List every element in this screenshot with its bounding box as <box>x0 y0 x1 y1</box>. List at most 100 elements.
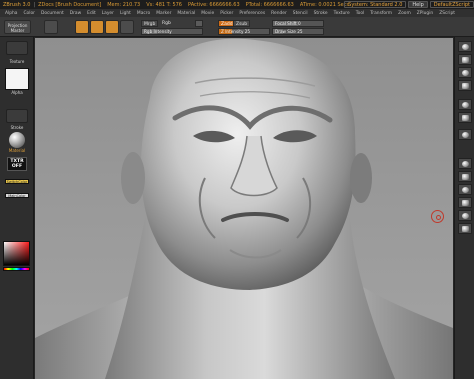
active-points-stat: PActive: 6666666.63 <box>188 1 240 8</box>
draw-size-slider[interactable]: Draw Size 25 <box>272 28 324 35</box>
help-button[interactable]: Help <box>408 1 428 8</box>
menu-alpha[interactable]: Alpha <box>5 11 17 16</box>
zsub-button[interactable]: Zsub <box>233 20 251 27</box>
menu-stencil[interactable]: Stencil <box>293 11 308 16</box>
menu-bar: Alpha Color Document Draw Edit Layer Lig… <box>0 9 474 17</box>
title-right-controls: System: Standard 2.0 Help DefaultZScript <box>342 0 474 9</box>
menu-light[interactable]: Light <box>120 11 131 16</box>
menu-marker[interactable]: Marker <box>156 11 171 16</box>
projection-master-button[interactable]: Projection Master <box>4 20 31 34</box>
material-sphere[interactable] <box>9 132 25 148</box>
rgb-intensity-label: Rgb Intensity <box>144 29 172 34</box>
txtr-off-button[interactable]: TXTR OFF <box>4 157 30 171</box>
total-points-stat: PTotal: 6666666.63 <box>245 1 294 8</box>
rotate-view-icon[interactable] <box>458 223 472 234</box>
bpr-icon[interactable] <box>458 41 472 52</box>
local-glyph-icon <box>462 161 469 167</box>
mrgb-button[interactable]: Mrgb <box>141 20 159 27</box>
menu-zscript[interactable]: ZScript <box>439 11 455 16</box>
txtr-off-label: TXTR OFF <box>7 157 27 171</box>
hue-slider[interactable] <box>3 267 30 271</box>
sculpt-right-ear <box>350 153 372 203</box>
stroke-slot[interactable]: Stroke <box>4 125 30 130</box>
z-intensity-slider[interactable]: Z Intensity 25 <box>218 28 270 35</box>
scale-view-glyph-icon <box>462 213 469 219</box>
menu-preferences[interactable]: Preferences <box>239 11 265 16</box>
sculpt-viewport <box>35 38 453 379</box>
stroke-thumbnail[interactable] <box>6 109 28 123</box>
focal-shift-label: Focal Shift 0 <box>275 21 301 26</box>
frame-icon[interactable] <box>458 184 472 195</box>
frame-glyph-icon <box>462 187 469 193</box>
draw-icon[interactable] <box>75 20 89 34</box>
menu-picker[interactable]: Picker <box>220 11 233 16</box>
focal-shift-slider[interactable]: Focal Shift 0 <box>272 20 324 27</box>
alpha-thumbnail[interactable] <box>5 68 29 90</box>
edit-icon[interactable] <box>44 20 58 34</box>
switch-color-swatch[interactable]: SwitchColor <box>5 179 29 184</box>
bpr-glyph-icon <box>462 44 469 50</box>
main-color-swatch[interactable]: MainColor <box>5 193 29 198</box>
alpha-slot[interactable]: Alpha <box>4 68 30 95</box>
material-label: Material <box>8 148 26 153</box>
xyz-icon[interactable] <box>458 171 472 182</box>
menu-material[interactable]: Material <box>177 11 195 16</box>
top-toolbar: Projection Master Mrgb Rgb Rgb Intensity… <box>0 17 474 37</box>
color-picker[interactable] <box>3 241 30 266</box>
menu-layer[interactable]: Layer <box>102 11 114 16</box>
menu-draw[interactable]: Draw <box>70 11 81 16</box>
menu-edit[interactable]: Edit <box>87 11 96 16</box>
app-title: ZBrush 3.0 <box>3 1 31 8</box>
rgb-button[interactable]: Rgb <box>160 20 173 27</box>
menu-zplugin[interactable]: ZPlugin <box>417 11 433 16</box>
actual-icon[interactable] <box>458 80 472 91</box>
menu-movie[interactable]: Movie <box>201 11 214 16</box>
zoom-glyph-icon <box>462 70 469 76</box>
move-view-icon[interactable] <box>458 197 472 208</box>
menu-tool[interactable]: Tool <box>356 11 365 16</box>
scale-view-icon[interactable] <box>458 210 472 221</box>
scroll-glyph-icon <box>462 57 469 63</box>
main-color-slot[interactable]: MainColor <box>4 193 30 198</box>
scale-icon[interactable] <box>105 20 119 34</box>
memory-stat: Mem: 210.73 <box>107 1 141 8</box>
floor-icon[interactable] <box>458 129 472 140</box>
menu-document[interactable]: Document <box>41 11 64 16</box>
material-slot[interactable]: Material <box>4 132 30 153</box>
z-intensity-label: Z Intensity 25 <box>221 29 251 34</box>
texture-slot[interactable]: Texture <box>4 59 30 64</box>
persp-glyph-icon <box>462 115 469 121</box>
floor-glyph-icon <box>462 132 469 138</box>
system-button[interactable]: System: Standard 2.0 <box>344 1 407 8</box>
menu-render[interactable]: Render <box>271 11 287 16</box>
stroke-label: Stroke <box>10 125 24 130</box>
doc-title: ZDocs [Brush Document] <box>38 1 102 8</box>
persp-icon[interactable] <box>458 112 472 123</box>
rotate-icon[interactable] <box>120 20 134 34</box>
menu-color[interactable]: Color <box>23 11 34 16</box>
scroll-icon[interactable] <box>458 54 472 65</box>
zoom-icon[interactable] <box>458 67 472 78</box>
xyz-glyph-icon <box>462 174 469 180</box>
draw-size-label: Draw Size 25 <box>275 29 303 34</box>
document-canvas[interactable] <box>35 38 453 379</box>
menu-zoom[interactable]: Zoom <box>398 11 411 16</box>
alpha-label: Alpha <box>11 90 23 95</box>
title-separator: | <box>33 1 36 8</box>
default-zscript-button[interactable]: DefaultZScript <box>429 1 474 8</box>
move-icon[interactable] <box>90 20 104 34</box>
menu-transform[interactable]: Transform <box>370 11 392 16</box>
switch-color-slot[interactable]: SwitchColor <box>4 179 30 184</box>
menu-texture[interactable]: Texture <box>334 11 350 16</box>
menu-macro[interactable]: Macro <box>137 11 150 16</box>
rgb-intensity-slider[interactable]: Rgb Intensity <box>141 28 203 35</box>
m-toggle-icon[interactable] <box>195 20 203 27</box>
menu-stroke[interactable]: Stroke <box>314 11 328 16</box>
local-icon[interactable] <box>458 158 472 169</box>
brush-thumbnail[interactable] <box>6 41 28 55</box>
brush-cursor-icon <box>431 210 444 223</box>
rotate-view-glyph-icon <box>462 226 469 232</box>
aahalf-icon[interactable] <box>458 99 472 110</box>
sculpt-left-ear <box>121 152 145 204</box>
title-bar: ZBrush 3.0 | ZDocs [Brush Document] Mem:… <box>0 0 474 9</box>
